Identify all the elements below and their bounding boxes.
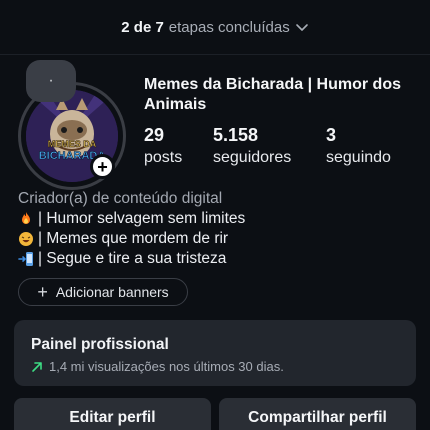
professional-dashboard-subtitle: 1,4 mi visualizações nos últimos 30 dias…	[31, 359, 399, 375]
profile-bio: Criador(a) de conteúdo digital | Humor s…	[18, 189, 418, 269]
add-story-button[interactable]: +	[90, 154, 115, 179]
chevron-down-icon	[295, 24, 308, 31]
stat-following-label: seguindo	[326, 149, 391, 166]
note-text: ·	[48, 72, 54, 89]
professional-dashboard-title: Painel profissional	[31, 336, 169, 353]
top-divider	[0, 54, 430, 55]
plus-icon: +	[97, 156, 108, 177]
add-banners-label: Adicionar banners	[55, 284, 169, 300]
avatar-text-top: MEMES DA	[48, 139, 97, 149]
bio-line-text: | Humor selvagem sem limites	[38, 210, 246, 227]
note-bubble[interactable]: ·	[26, 60, 76, 102]
bio-line-text: | Memes que mordem de rir	[38, 230, 229, 247]
phone-arrow-icon	[18, 252, 33, 266]
stat-posts[interactable]: 29 posts	[144, 124, 182, 169]
share-profile-button[interactable]: Compartilhar perfil	[219, 398, 416, 430]
stat-posts-value: 29	[144, 125, 165, 145]
steps-count: 2 de 7	[121, 18, 164, 36]
stat-followers[interactable]: 5.158 seguidores	[213, 124, 291, 169]
stat-followers-label: seguidores	[213, 149, 292, 166]
bio-line: | Humor selvagem sem limites	[18, 209, 418, 229]
fire-icon	[22, 212, 30, 224]
stat-following[interactable]: 3 seguindo	[326, 124, 391, 169]
add-banners-button[interactable]: + Adicionar banners	[18, 278, 188, 306]
stat-posts-label: posts	[144, 149, 183, 166]
bio-line: | Memes que mordem de rir	[18, 229, 418, 249]
views-summary: 1,4 mi visualizações nos últimos 30 dias…	[49, 359, 284, 374]
bio-line-text: | Segue e tire a sua tristeza	[38, 250, 227, 267]
laughing-icon	[19, 232, 33, 246]
plus-icon: +	[37, 282, 48, 302]
trend-up-icon	[32, 362, 42, 372]
edit-profile-button[interactable]: Editar perfil	[14, 398, 211, 430]
bio-category: Criador(a) de conteúdo digital	[18, 190, 223, 207]
steps-label: etapas concluídas	[168, 18, 290, 36]
onboarding-steps-bar[interactable]: 2 de 7 etapas concluídas	[0, 0, 430, 54]
stat-followers-value: 5.158	[213, 125, 259, 145]
bio-line: | Segue e tire a sua tristeza	[18, 249, 418, 269]
professional-dashboard[interactable]: Painel profissional 1,4 mi visualizações…	[14, 320, 416, 386]
profile-name: Memes da Bicharada | Humor dos Animais	[144, 76, 401, 113]
stat-following-value: 3	[326, 125, 337, 145]
